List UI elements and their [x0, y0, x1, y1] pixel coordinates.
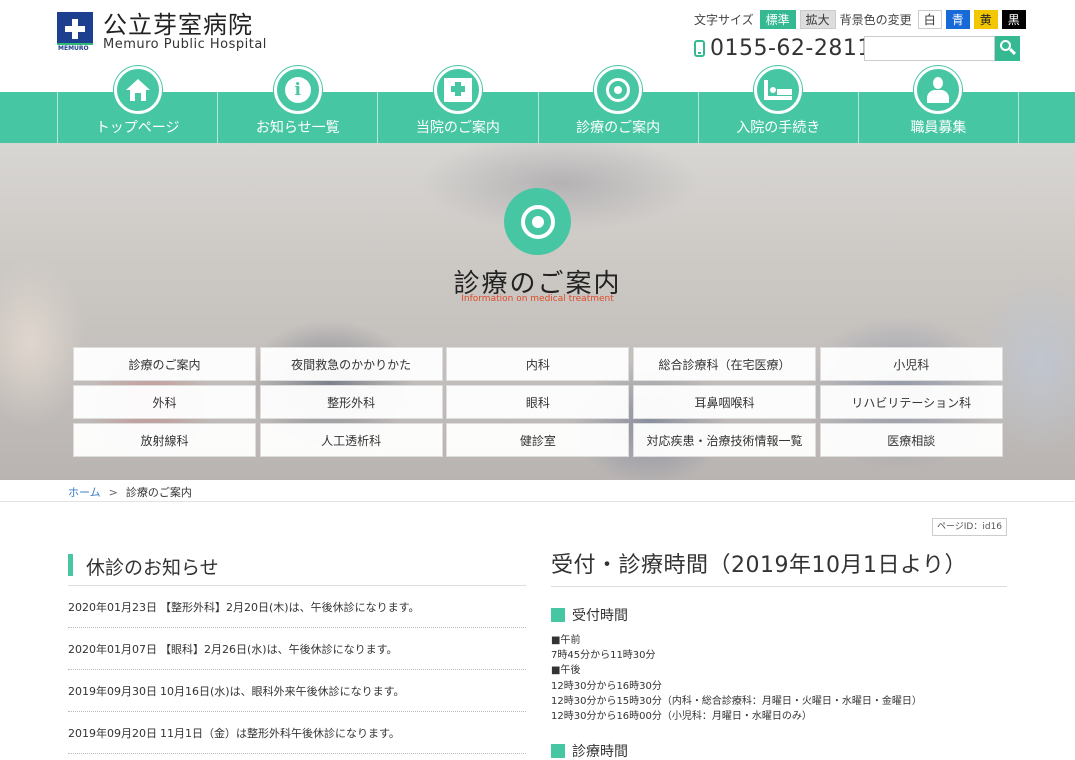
hours-line: 12時30分から16時30分 [551, 680, 662, 692]
reception-hours: ■午前 7時45分から11時30分 ■午後 12時30分から16時30分 12時… [551, 633, 922, 724]
reception-title: 受付時間 [572, 608, 628, 624]
hours-line: 12時30分から16時00分（小児科：月曜日・水曜日のみ） [551, 711, 812, 723]
page-id-badge: ページID：id16 [932, 518, 1007, 536]
department-link[interactable]: 耳鼻咽喉科 [633, 385, 817, 419]
breadcrumb-separator: > [108, 486, 118, 499]
department-link[interactable]: 総合診療科（在宅医療） [633, 347, 817, 381]
notice-list: 2020年01月23日 【整形外科】2月20日(木)は、午後休診になります。 2… [68, 586, 526, 754]
home-icon [125, 79, 150, 101]
schedule-title: 受付・診療時間（2019年10月1日より） [551, 553, 968, 578]
site-name-en: Memuro Public Hospital [103, 37, 267, 52]
treatment-heading: 診療時間 [551, 741, 628, 760]
nav-item-admission[interactable]: 入院の手続き [699, 66, 859, 143]
hospital-logo-icon: MEMURO [57, 12, 93, 52]
notice-text[interactable]: 10月16日(水)は、眼科外来午後休診になります。 [160, 683, 404, 699]
nav-label: お知らせ一覧 [255, 120, 340, 136]
bg-color-label: 背景色の変更 [839, 13, 912, 27]
department-link[interactable]: 健診室 [446, 423, 630, 457]
breadcrumb-current: 診療のご案内 [125, 486, 192, 499]
notice-heading: 休診のお知らせ [68, 554, 526, 586]
notice-date: 2019年09月20日 [68, 726, 157, 740]
nav-item-medical[interactable]: 診療のご案内 [539, 66, 699, 143]
notice-date: 2020年01月23日 [68, 600, 157, 614]
site-search [864, 36, 1020, 61]
nav-label: トップページ [95, 120, 180, 136]
search-button[interactable] [995, 36, 1020, 61]
site-name-jp: 公立芽室病院 [103, 11, 253, 39]
global-nav: トップページ i お知らせ一覧 当院のご案内 診療のご案内 入院の手続き 職員募… [0, 66, 1075, 143]
notice-date: 2020年01月07日 [68, 642, 157, 656]
department-link[interactable]: 小児科 [819, 347, 1003, 381]
hours-line: 12時30分から15時30分（内科・総合診療科：月曜日・火曜日・水曜日・金曜日） [551, 695, 922, 707]
department-link[interactable]: 放射線科 [73, 423, 256, 457]
phone-number: 0155-62-2811 [694, 36, 872, 61]
hospital-book-icon [443, 78, 472, 102]
bg-white-button[interactable]: 白 [917, 10, 942, 29]
nav-label: 入院の手続き [736, 120, 821, 136]
notice-date: 2019年09月30日 [68, 684, 157, 698]
list-item[interactable]: 2019年09月20日 11月1日（金）は整形外科午後休診になります。 [68, 712, 526, 754]
bg-blue-button[interactable]: 青 [945, 10, 970, 29]
bg-yellow-button[interactable]: 黄 [973, 10, 998, 29]
text-size-large-button[interactable]: 拡大 [799, 10, 836, 29]
department-link[interactable]: リハビリテーション科 [819, 385, 1003, 419]
nav-label: 職員募集 [910, 120, 967, 136]
site-header: MEMURO 公立芽室病院 Memuro Public Hospital 文字サ… [0, 0, 1075, 92]
stethoscope-icon [520, 204, 555, 239]
search-input[interactable] [864, 36, 995, 61]
department-link[interactable]: 内科 [446, 347, 630, 381]
heading-accent-bar [68, 554, 73, 576]
notice-text[interactable]: 【整形外科】2月20日(木)は、午後休診になります。 [160, 599, 419, 615]
nav-item-top[interactable]: トップページ [58, 66, 219, 143]
hours-line: ■午前 [551, 635, 581, 646]
text-size-standard-button[interactable]: 標準 [759, 10, 796, 29]
list-item[interactable]: 2020年01月23日 【整形外科】2月20日(木)は、午後休診になります。 [68, 586, 526, 628]
list-item[interactable]: 2019年09月30日 10月16日(水)は、眼科外来午後休診になります。 [68, 670, 526, 712]
info-icon: i [284, 77, 311, 103]
staff-icon [925, 77, 951, 103]
nav-item-about[interactable]: 当院のご案内 [378, 66, 539, 143]
department-link[interactable]: 外科 [73, 385, 256, 419]
square-bullet-icon [551, 608, 565, 622]
treatment-title: 診療時間 [572, 744, 628, 760]
hero-banner: 診療のご案内 Information on medical treatment … [0, 143, 1075, 480]
hero-badge [504, 188, 571, 255]
page-subtitle: Information on medical treatment [461, 294, 614, 304]
notice-text[interactable]: 【眼科】2月26日(水)は、午後休診になります。 [160, 641, 397, 657]
department-link[interactable]: 診療のご案内 [73, 347, 256, 381]
nav-label: 診療のご案内 [576, 120, 661, 136]
site-logo[interactable]: MEMURO 公立芽室病院 Memuro Public Hospital [57, 12, 267, 52]
reception-heading: 受付時間 [551, 605, 628, 625]
hours-line: 7時45分から11時30分 [551, 650, 656, 662]
department-link[interactable]: 対応疾患・治療技術情報一覧 [633, 423, 817, 457]
square-bullet-icon [551, 744, 565, 758]
department-menu: 診療のご案内 夜間救急のかかりかた 内科 総合診療科（在宅医療） 小児科 外科 … [73, 347, 1003, 457]
stethoscope-icon [606, 78, 631, 102]
breadcrumb: ホーム > 診療のご案内 [0, 480, 1075, 502]
bed-icon [764, 80, 793, 100]
department-link[interactable]: 人工透析科 [259, 423, 443, 457]
phone-icon [694, 40, 705, 57]
department-link[interactable]: 整形外科 [259, 385, 443, 419]
bg-black-button[interactable]: 黒 [1001, 10, 1026, 29]
list-item[interactable]: 2020年01月07日 【眼科】2月26日(水)は、午後休診になります。 [68, 628, 526, 670]
department-link[interactable]: 夜間救急のかかりかた [259, 347, 443, 381]
hours-line: ■午後 [551, 665, 581, 677]
notice-text[interactable]: 11月1日（金）は整形外科午後休診になります。 [160, 725, 400, 741]
text-size-label: 文字サイズ [694, 13, 754, 27]
nav-item-recruit[interactable]: 職員募集 [859, 66, 1020, 143]
breadcrumb-home-link[interactable]: ホーム [68, 486, 101, 499]
accessibility-tools: 文字サイズ 標準 拡大 背景色の変更 白 青 黄 黒 [694, 10, 1030, 29]
phone-text: 0155-62-2811 [710, 36, 872, 61]
notice-title: 休診のお知らせ [86, 557, 219, 579]
department-link[interactable]: 眼科 [446, 385, 630, 419]
department-link[interactable]: 医療相談 [819, 423, 1003, 457]
nav-item-news[interactable]: i お知らせ一覧 [218, 66, 379, 143]
divider [551, 586, 1007, 587]
nav-label: 当院のご案内 [415, 120, 500, 136]
